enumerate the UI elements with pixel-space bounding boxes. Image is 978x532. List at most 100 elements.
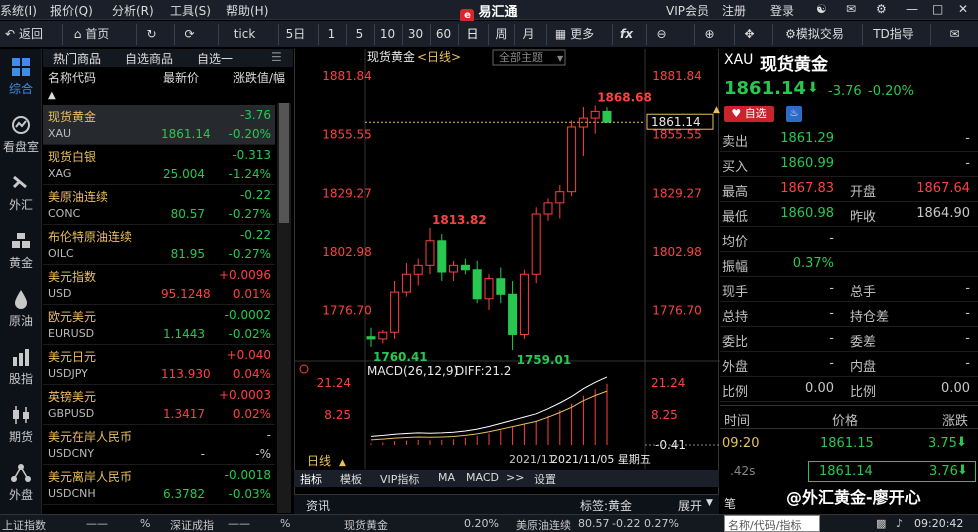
info-value-2: 1864.90 (916, 206, 970, 221)
close-icon[interactable]: ✕ (958, 2, 968, 16)
minimize-icon[interactable]: — (906, 2, 918, 16)
period-5day[interactable]: 5日 (278, 24, 312, 45)
quote-scrollbar[interactable] (277, 103, 291, 513)
tab-macd[interactable]: MACD (466, 471, 499, 484)
tab-template[interactable]: 模板 (340, 471, 362, 487)
quote-row[interactable]: 美元日元 USDJPY +0.040 113.930 0.04% (43, 345, 275, 385)
col-change[interactable]: 涨跌值/幅 (233, 69, 285, 86)
quote-row[interactable]: 现货黄金 XAU -3.76 1861.14 -0.20% (43, 105, 275, 145)
kline-chart[interactable]: 现货黄金 <日线> 全部主题 ▼ 1881.84 1855.55 1829.27 18… (294, 49, 720, 494)
nav-overview[interactable]: 综合 (0, 49, 42, 105)
period-month[interactable]: 月 (514, 24, 542, 45)
sim-trade-button[interactable]: ⚙模拟交易 (772, 24, 856, 45)
quote-row[interactable]: 美元离岸人民币 USDCNH -0.0018 6.3782 -0.03% (43, 465, 275, 505)
quote-row[interactable]: 美元指数 USD +0.0096 95.1248 0.01% (43, 265, 275, 305)
home-button[interactable]: ⌂ 首页 (62, 24, 120, 45)
gold-ticker-name[interactable]: 现货黄金 (344, 517, 388, 532)
quote-row[interactable]: 英镑美元 GBPUSD +0.0003 1.3417 0.02% (43, 385, 275, 425)
quote-name: 美元在岸人民币 (48, 430, 133, 444)
back-button[interactable]: ↶ 返回 (0, 24, 48, 45)
bell-icon[interactable]: ♨ (786, 106, 802, 122)
tab-watchlist[interactable]: 自选商品 (125, 50, 173, 67)
tab-watchlist-one[interactable]: 自选一 (197, 50, 233, 67)
tab-vip-indicator[interactable]: VIP指标 (380, 471, 419, 487)
y-tick-left: 1881.84 (322, 69, 372, 83)
candle-body (460, 264, 470, 271)
period-up-icon[interactable]: ▲ (339, 458, 346, 468)
search-input[interactable]: 名称/代码/指标 (724, 515, 820, 532)
formula-icon[interactable]: fx (612, 24, 640, 45)
period-30min[interactable]: 30 (402, 24, 428, 45)
tab-indicator[interactable]: 指标 (300, 471, 322, 487)
settings-icon[interactable]: ⚙ (876, 2, 887, 16)
speaker-icon[interactable]: ♪ (896, 517, 903, 530)
nav-forex[interactable]: 外汇 (0, 165, 42, 221)
quote-change: +0.0096 (218, 268, 271, 282)
refresh-icon: ↻ (146, 27, 157, 41)
login-link[interactable]: 登录 (770, 2, 794, 19)
zoom-out-icon[interactable]: ⊖ (646, 24, 676, 45)
col-price[interactable]: 最新价 (163, 69, 199, 86)
news-tab[interactable]: 资讯 (306, 497, 330, 514)
nav-foreign[interactable]: 外盘 (0, 455, 42, 511)
expand-chevron-icon[interactable]: ▼ (706, 498, 713, 508)
nav-oil[interactable]: 原油 (0, 281, 42, 337)
col-name[interactable]: 名称代码 (48, 69, 96, 86)
scroll-thumb[interactable] (279, 103, 289, 223)
sort-up-icon[interactable]: ▲ (48, 90, 56, 101)
period-1min[interactable]: 1 (318, 24, 344, 45)
tick-button[interactable]: tick (218, 24, 270, 45)
indicator-close-icon[interactable] (299, 364, 309, 374)
chart-canvas[interactable]: 现货黄金 <日线> 全部主题 ▼ 1881.841855.551829.2718… (295, 49, 720, 494)
info-label: 卖出 (722, 135, 749, 150)
quote-row[interactable]: 布伦特原油连续 OILC -0.22 81.95 -0.27% (43, 225, 275, 265)
nav-futures[interactable]: 期货 (0, 397, 42, 453)
nav-index[interactable]: 股指 (0, 339, 42, 395)
td-guide-button[interactable]: TD指导 (862, 24, 924, 45)
quote-rows: 现货黄金 XAU -3.76 1861.14 -0.20% 现货白银 XAG -0.313 25… (43, 105, 277, 514)
info-label-2: 持仓差 (850, 310, 890, 325)
candle-body (378, 331, 388, 340)
oil-ticker-name[interactable]: 美原油连续 (516, 517, 571, 532)
trade-row: 09:20 1861.15 3.75 ⬇ (720, 433, 978, 457)
period-5min[interactable]: 5 (346, 24, 372, 45)
info-row: 最高 1867.83 开盘 1867.64 (720, 177, 978, 202)
quote-row[interactable]: 欧元美元 EURUSD -0.0002 1.1443 -0.02% (43, 305, 275, 345)
quote-row[interactable]: 美原油连续 CONC -0.22 80.57 -0.27% (43, 185, 275, 225)
period-week[interactable]: 周 (488, 24, 514, 45)
more-button[interactable]: ▦ 更多 (546, 24, 602, 45)
info-price: 1861.14 (724, 78, 806, 99)
pen-icon[interactable]: 笔 (724, 495, 736, 512)
macd-histogram (370, 383, 608, 445)
tab-more[interactable]: >> (506, 471, 524, 484)
crosshair-icon[interactable]: ✥ (734, 24, 764, 45)
sync-button[interactable]: ⟳ (174, 24, 204, 45)
maximize-icon[interactable]: □ (932, 2, 943, 16)
chart-tab-bar: 指标 模板 VIP指标 MA MACD >> 设置 (294, 470, 719, 487)
vip-link[interactable]: VIP会员 (666, 2, 709, 19)
quote-row[interactable]: 现货白银 XAG -0.313 25.004 -1.24% (43, 145, 275, 185)
period-10min[interactable]: 10 (374, 24, 400, 45)
refresh-button[interactable]: ↻ (136, 24, 166, 45)
period-day[interactable]: 日 (458, 24, 486, 45)
expand-button[interactable]: 展开 (678, 497, 702, 514)
chat-button[interactable]: ✉ (930, 24, 978, 45)
nav-gold[interactable]: 黄金 (0, 223, 42, 279)
tab-ma[interactable]: MA (438, 471, 455, 484)
sz-index-label[interactable]: 深证成指 (170, 517, 214, 532)
peak-label: 1813.82 (432, 213, 487, 227)
period-60min[interactable]: 60 (430, 24, 456, 45)
heart-icon: ♥ (731, 107, 742, 120)
quote-row[interactable]: 美元在岸人民币 USDCNY - - -% (43, 425, 275, 465)
zoom-in-icon[interactable]: ⊕ (694, 24, 724, 45)
register-link[interactable]: 注册 (722, 2, 746, 19)
headset-icon[interactable]: ☯ (816, 2, 827, 16)
tab-settings[interactable]: 设置 (534, 471, 556, 487)
mail-icon[interactable]: ✉ (846, 2, 856, 16)
nav-watchroom[interactable]: 看盘室 (0, 107, 42, 163)
sh-index-label[interactable]: 上证指数 (2, 517, 46, 532)
tab-hot[interactable]: 热门商品 (53, 50, 101, 67)
tab-menu-icon[interactable]: ☰ (271, 50, 282, 64)
add-watch-button[interactable]: ♥ 自选 (724, 106, 774, 122)
trade-header: 时间 价格 涨跌 (720, 405, 978, 429)
